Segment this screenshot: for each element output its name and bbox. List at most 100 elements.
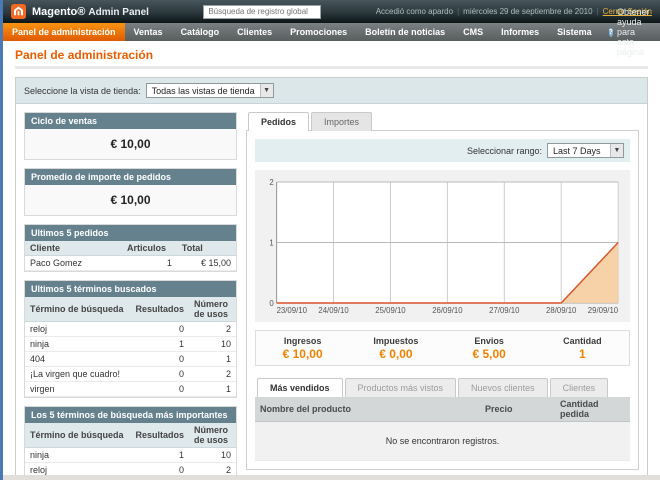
session-info: Accedió como apardo | miércoles 29 de se…: [376, 7, 652, 16]
column-header: Precio: [480, 397, 555, 422]
table-cell: 0: [131, 352, 190, 367]
table-cell: 1: [122, 256, 177, 271]
empty-row: No se encontraron registros.: [255, 422, 630, 461]
table-cell: 10: [189, 448, 236, 463]
column-header: Término de búsqueda: [25, 423, 131, 448]
column-header: Cantidad pedida: [555, 397, 630, 422]
column-header: Resultados: [131, 297, 190, 322]
bestsellers-grid: Nombre del productoPrecioCantidad pedida…: [255, 397, 630, 461]
column-header: Cliente: [25, 241, 122, 256]
table-header-row: Nombre del productoPrecioCantidad pedida: [255, 397, 630, 422]
total-shipping: Envios € 5,00: [443, 336, 536, 361]
range-label: Seleccionar rango:: [467, 146, 542, 156]
nav-item-dashboard[interactable]: Panel de administración: [3, 23, 125, 41]
column-header: Nombre del producto: [255, 397, 480, 422]
table-row: ninja110: [25, 337, 236, 352]
table-cell: ninja: [25, 337, 131, 352]
average-orders-value: € 10,00: [25, 185, 236, 215]
table-cell: 2: [189, 322, 236, 337]
y-tick-label: 1: [269, 238, 273, 247]
y-tick-label: 2: [269, 178, 273, 187]
orders-chart: 01223/09/1024/09/1025/09/1026/09/1027/09…: [255, 170, 630, 322]
app-title: Magento® Admin Panel: [32, 6, 149, 18]
grid-tabs: Más vendidos Productos más vistos Nuevos…: [255, 378, 630, 397]
column-header: Resultados: [131, 423, 190, 448]
tab-orders[interactable]: Pedidos: [248, 112, 309, 131]
range-select[interactable]: Last 7 Days ▼: [547, 143, 624, 158]
total-revenue: Ingresos € 10,00: [256, 336, 349, 361]
table-cell: ninja: [25, 448, 131, 463]
main-nav: Panel de administración Ventas Catálogo …: [3, 23, 660, 41]
last-orders-table: ClienteArticulosTotalPaco Gomez1€ 15,00: [25, 241, 236, 271]
lifetime-sales-value: € 10,00: [25, 129, 236, 159]
table-cell: 0: [131, 322, 190, 337]
last-search-terms-table: Término de búsquedaResultadosNúmero de u…: [25, 297, 236, 397]
x-tick-label: 27/09/10: [489, 306, 520, 315]
table-cell: € 15,00: [177, 256, 236, 271]
table-cell: ¡La virgen que cuadro!: [25, 367, 131, 382]
column-header: Término de búsqueda: [25, 297, 131, 322]
table-row: Paco Gomez1€ 15,00: [25, 256, 236, 271]
nav-item-newsletter[interactable]: Boletín de noticias: [356, 23, 454, 41]
table-row: ninja110: [25, 448, 236, 463]
chevron-down-icon: ▼: [260, 84, 273, 97]
table-cell: 0: [131, 367, 190, 382]
table-row: virgen01: [25, 382, 236, 397]
total-tax: Impuestos € 0,00: [349, 336, 442, 361]
table-cell: 1: [131, 448, 190, 463]
tab-bestsellers[interactable]: Más vendidos: [257, 378, 343, 397]
table-cell: 1: [131, 337, 190, 352]
table-cell: 1: [189, 382, 236, 397]
table-row: ¡La virgen que cuadro!02: [25, 367, 236, 382]
magento-logo-icon: [11, 4, 26, 19]
tab-new-customers[interactable]: Nuevos clientes: [458, 378, 548, 397]
x-tick-label: 29/09/10: [588, 306, 619, 315]
window-bottom-edge: [3, 475, 660, 480]
help-icon: ?: [609, 28, 613, 37]
store-view-select[interactable]: Todas las vistas de tienda ▼: [146, 83, 274, 98]
table-header-row: Término de búsquedaResultadosNúmero de u…: [25, 423, 236, 448]
page-help-link[interactable]: ? Obtener ayuda para esta página: [601, 23, 660, 41]
page-title: Panel de administración: [15, 48, 648, 62]
nav-item-promotions[interactable]: Promociones: [281, 23, 356, 41]
nav-item-catalog[interactable]: Catálogo: [172, 23, 229, 41]
table-header-row: Término de búsquedaResultadosNúmero de u…: [25, 297, 236, 322]
nav-item-reports[interactable]: Informes: [492, 23, 548, 41]
top-header: Magento® Admin Panel Accedió como apardo…: [3, 0, 660, 23]
global-search-input[interactable]: [203, 5, 321, 19]
nav-item-cms[interactable]: CMS: [454, 23, 492, 41]
top-search-terms-table: Término de búsquedaResultadosNúmero de u…: [25, 423, 236, 480]
total-quantity: Cantidad 1: [536, 336, 629, 361]
x-tick-label: 24/09/10: [318, 306, 349, 315]
card-title: Ultimos 5 términos buscados: [25, 281, 236, 297]
y-tick-label: 0: [269, 299, 274, 308]
table-cell: 10: [189, 337, 236, 352]
column-header: Número de usos: [189, 423, 236, 448]
chart-panel: Seleccionar rango: Last 7 Days ▼ 01223/0…: [246, 130, 639, 470]
lifetime-sales-card: Ciclo de ventas € 10,00: [24, 112, 237, 160]
title-divider: [15, 66, 648, 69]
nav-item-sales[interactable]: Ventas: [125, 23, 172, 41]
bestsellers-table: Nombre del productoPrecioCantidad pedida…: [255, 397, 630, 461]
tab-customers[interactable]: Clientes: [550, 378, 609, 397]
chevron-down-icon: ▼: [610, 144, 623, 157]
empty-message: No se encontraron registros.: [255, 422, 630, 461]
range-bar: Seleccionar rango: Last 7 Days ▼: [255, 139, 630, 162]
table-cell: 0: [131, 382, 190, 397]
table-cell: Paco Gomez: [25, 256, 122, 271]
orders-area-chart: 01223/09/1024/09/1025/09/1026/09/1027/09…: [261, 176, 624, 316]
card-title: Promedio de importe de pedidos: [25, 169, 236, 185]
store-switcher-label: Seleccione la vista de tienda:: [24, 86, 141, 96]
tab-most-viewed[interactable]: Productos más vistos: [345, 378, 457, 397]
tab-amounts[interactable]: Importes: [311, 112, 372, 131]
nav-item-customers[interactable]: Clientes: [228, 23, 281, 41]
table-cell: virgen: [25, 382, 131, 397]
nav-item-system[interactable]: Sistema: [548, 23, 601, 41]
card-title: Los 5 términos de búsqueda más important…: [25, 407, 236, 423]
dashboard-container: Seleccione la vista de tienda: Todas las…: [15, 77, 648, 480]
last-search-terms-card: Ultimos 5 términos buscados Término de b…: [24, 280, 237, 398]
x-tick-label: 26/09/10: [432, 306, 463, 315]
last-orders-card: Ultimos 5 pedidos ClienteArticulosTotalP…: [24, 224, 237, 272]
table-cell: 2: [189, 367, 236, 382]
card-title: Ciclo de ventas: [25, 113, 236, 129]
